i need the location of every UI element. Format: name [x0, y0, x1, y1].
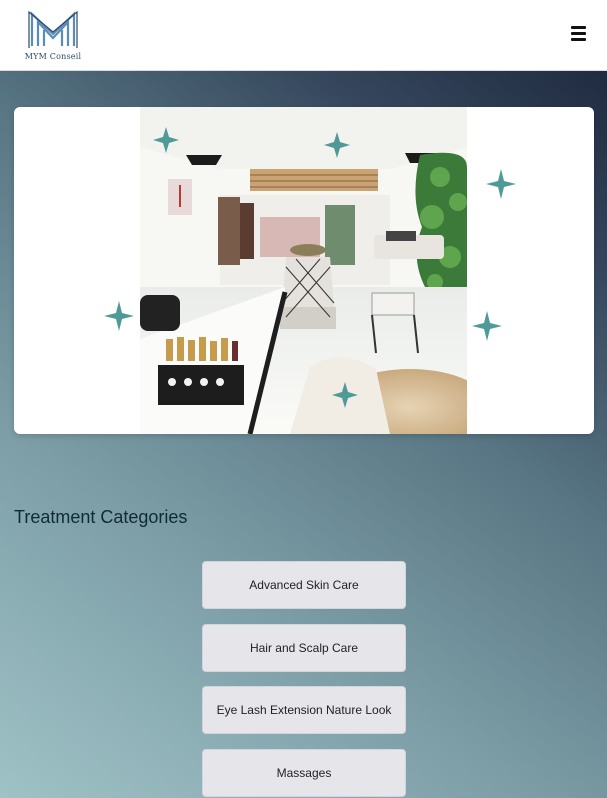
sparkle-icon: [472, 311, 502, 341]
section-title: Treatment Categories: [14, 507, 188, 527]
sparkle-icon: [486, 169, 516, 199]
logo-text: MYM Conseil: [24, 52, 82, 61]
category-button-eye-lash-extension[interactable]: Eye Lash Extension Nature Look: [202, 686, 406, 734]
category-button-advanced-skin-care[interactable]: Advanced Skin Care: [202, 561, 406, 609]
main-content: Treatment Categories Advanced Skin Care …: [0, 71, 607, 798]
category-list: Advanced Skin Care Hair and Scalp Care E…: [202, 561, 406, 798]
category-button-hair-and-scalp-care[interactable]: Hair and Scalp Care: [202, 623, 406, 672]
logo[interactable]: MYM Conseil: [20, 10, 86, 62]
category-button-massages[interactable]: Massages: [202, 748, 406, 797]
sparkle-icon: [104, 301, 134, 331]
logo-mark-icon: [28, 10, 78, 48]
salon-interior-photo: [140, 107, 467, 434]
hamburger-menu-icon[interactable]: [566, 26, 590, 46]
hero-card: [14, 107, 594, 434]
site-header: MYM Conseil: [0, 0, 607, 71]
